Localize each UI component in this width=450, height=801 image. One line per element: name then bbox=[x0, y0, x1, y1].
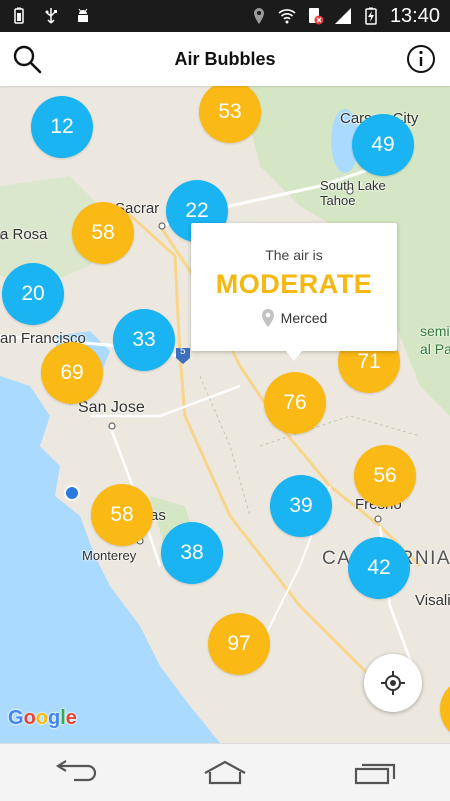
popup-location-name: Merced bbox=[280, 310, 328, 326]
aqi-bubble[interactable]: 76 bbox=[264, 372, 326, 434]
back-icon bbox=[55, 759, 97, 781]
place-south-lake-tahoe: South Lake Tahoe bbox=[320, 178, 386, 208]
usb-icon bbox=[45, 8, 57, 24]
navigation-bar bbox=[0, 743, 450, 801]
aqi-bubble[interactable]: 56 bbox=[354, 445, 416, 507]
aqi-bubble[interactable]: 20 bbox=[2, 263, 64, 325]
map-view[interactable]: Carson City South Lake Tahoe Sacrar a Ro… bbox=[0, 86, 450, 743]
aqi-bubble[interactable]: 42 bbox=[348, 537, 410, 599]
status-bar: 13:40 bbox=[0, 0, 450, 32]
place-yosemite-park: semite al Park bbox=[420, 323, 450, 357]
aqi-bubble[interactable]: 58 bbox=[72, 202, 134, 264]
place-visalia: Visalia bbox=[415, 592, 450, 609]
aqi-bubble[interactable]: 49 bbox=[352, 114, 414, 176]
place-santa-rosa: a Rosa bbox=[0, 226, 48, 243]
battery-full-icon bbox=[14, 7, 24, 24]
google-logo: Google bbox=[8, 707, 77, 729]
popup-prefix: The air is bbox=[265, 247, 323, 263]
popup-location: Merced bbox=[191, 309, 397, 327]
battery-charging-icon bbox=[365, 7, 377, 25]
wifi-icon bbox=[278, 9, 296, 24]
place-san-jose: San Jose bbox=[78, 399, 145, 416]
search-button[interactable] bbox=[10, 42, 44, 76]
my-location-button[interactable] bbox=[364, 654, 422, 712]
aqi-bubble[interactable]: 38 bbox=[161, 522, 223, 584]
aqi-bubble[interactable]: 12 bbox=[31, 96, 93, 158]
location-pin-icon bbox=[261, 309, 274, 327]
search-icon bbox=[13, 45, 42, 74]
popup-level: MODERATE bbox=[215, 269, 373, 299]
location-icon bbox=[253, 8, 264, 24]
signal-icon bbox=[334, 8, 351, 24]
air-quality-popup[interactable]: The air is MODERATE Merced bbox=[191, 223, 397, 361]
clock: 13:40 bbox=[389, 4, 440, 27]
aqi-bubble[interactable]: 33 bbox=[113, 309, 175, 371]
place-monterey: Monterey bbox=[82, 548, 137, 563]
aqi-bubble[interactable]: 58 bbox=[91, 484, 153, 546]
home-button[interactable] bbox=[195, 753, 255, 793]
aqi-bubble[interactable]: 39 bbox=[270, 475, 332, 537]
android-debug-icon bbox=[78, 8, 88, 22]
my-location-icon bbox=[381, 671, 405, 695]
recent-apps-icon bbox=[354, 763, 396, 784]
recent-apps-button[interactable] bbox=[345, 753, 405, 793]
back-button[interactable] bbox=[45, 753, 105, 793]
app-bar: Air Bubbles bbox=[0, 32, 450, 86]
sim-error-icon bbox=[308, 8, 324, 25]
aqi-bubble[interactable]: 97 bbox=[208, 613, 270, 675]
app-title: Air Bubbles bbox=[174, 48, 276, 69]
highway-shield-label: 5 bbox=[180, 346, 186, 357]
aqi-bubble[interactable]: 69 bbox=[41, 342, 103, 404]
home-icon bbox=[204, 760, 246, 784]
info-icon bbox=[407, 45, 435, 73]
current-location-dot bbox=[64, 485, 80, 501]
info-button[interactable] bbox=[404, 42, 438, 76]
